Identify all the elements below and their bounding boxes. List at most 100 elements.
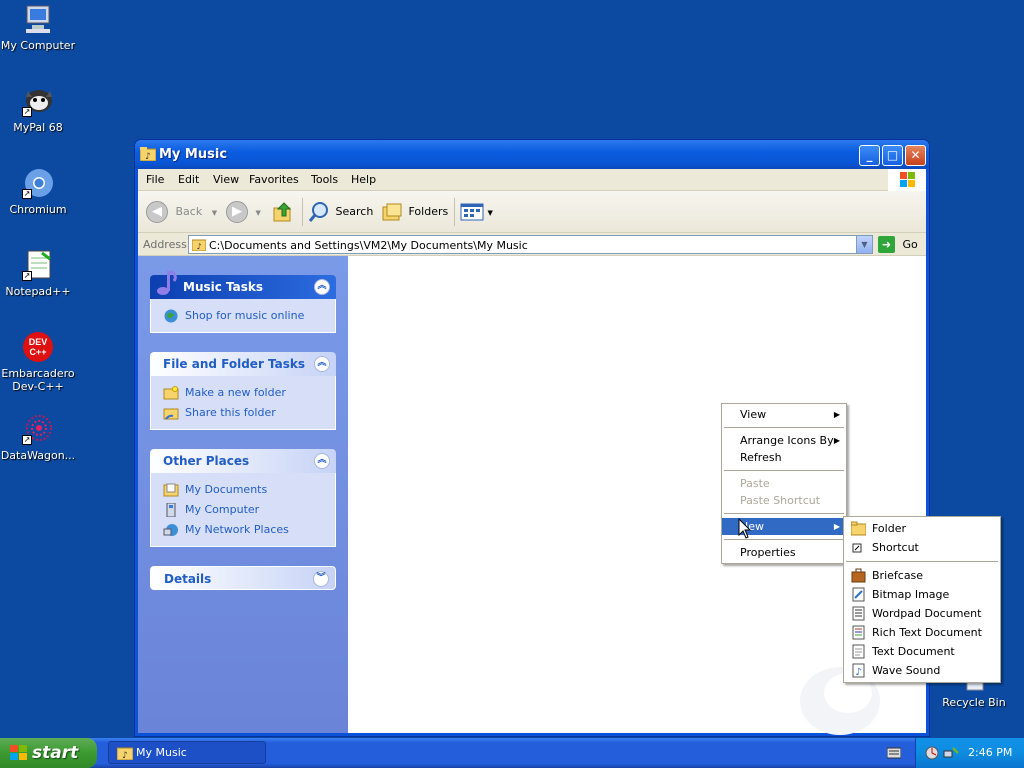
start-label: start	[32, 743, 79, 763]
make-new-folder-link[interactable]: Make a new folder	[163, 384, 335, 404]
desktop-icon-my-computer[interactable]: My Computer	[0, 3, 78, 52]
shortcut-icon	[851, 540, 866, 555]
network-icon[interactable]	[943, 745, 959, 761]
rich-text-document-icon	[851, 625, 866, 640]
forward-button[interactable]: ▶ ▼	[226, 200, 261, 224]
item-label: Wave Sound	[872, 664, 941, 677]
expand-icon[interactable]: ︾	[313, 571, 329, 587]
address-dropdown-button[interactable]: ▼	[856, 236, 872, 253]
desktop-icon-datawagon[interactable]: ↗ DataWagon...	[0, 413, 78, 462]
views-button[interactable]: ▼	[460, 200, 493, 224]
new-shortcut-item[interactable]: Shortcut	[844, 538, 1000, 557]
ctx-separator	[724, 513, 844, 514]
link-label: Shop for music online	[185, 309, 305, 322]
music-tasks-panel: Music Tasks ︽ Shop for music online	[150, 269, 336, 333]
desktop-icon-chromium[interactable]: ↗ Chromium	[0, 167, 78, 216]
submenu-arrow-icon: ▶	[833, 522, 840, 531]
back-arrow-icon: ◀	[146, 201, 168, 223]
taskbar-button-my-music[interactable]: ♪ My Music	[108, 741, 266, 764]
ctx-arrange-icons-by[interactable]: Arrange Icons By ▶	[722, 432, 846, 449]
new-submenu: Folder Shortcut Briefcase Bitmap Image W…	[843, 516, 1001, 683]
link-label: My Computer	[185, 503, 260, 516]
new-rich-text-document-item[interactable]: Rich Text Document	[844, 623, 1000, 642]
details-header[interactable]: Details ︾	[150, 566, 336, 590]
ctx-refresh[interactable]: Refresh	[722, 449, 846, 466]
close-button[interactable]: ✕	[905, 145, 926, 166]
menu-file[interactable]: File	[146, 173, 164, 186]
ctx-view[interactable]: View ▶	[722, 406, 846, 423]
taskbar: start ♪ My Music 2:46 PM	[0, 738, 1024, 768]
back-label: Back	[175, 205, 203, 218]
collapse-icon[interactable]: ︽	[314, 453, 330, 469]
toolbar: ◀ Back ▼ ▶ ▼ Search Folders ▼	[138, 191, 926, 233]
back-button[interactable]: ◀ Back ▼	[146, 200, 217, 224]
file-folder-tasks-header[interactable]: File and Folder Tasks ︽	[150, 352, 336, 376]
ctx-item-label: Refresh	[740, 451, 782, 464]
desktop-icon-notepad-plus-plus[interactable]: ↗ Notepad++	[0, 249, 78, 298]
minimize-button[interactable]: _	[859, 145, 880, 166]
music-tasks-body: Shop for music online	[150, 299, 336, 333]
collapse-icon[interactable]: ︽	[314, 356, 330, 372]
submenu-arrow-icon: ▶	[833, 436, 840, 445]
datawagon-icon: ↗	[22, 413, 54, 445]
menu-tools[interactable]: Tools	[311, 173, 338, 186]
bitmap-image-icon	[851, 587, 866, 602]
menu-edit[interactable]: Edit	[178, 173, 199, 186]
desktop-icon-dev-cpp[interactable]: DEV C++ Embarcadero Dev-C++	[0, 331, 78, 393]
security-shield-icon[interactable]	[924, 745, 940, 761]
go-button[interactable]: ➜ Go	[878, 236, 918, 253]
toolbar-separator	[454, 198, 455, 226]
up-folder-button[interactable]	[272, 200, 294, 224]
other-places-header[interactable]: Other Places ︽	[150, 449, 336, 473]
keyboard-icon[interactable]	[886, 747, 902, 759]
maximize-button[interactable]: □	[882, 145, 903, 166]
my-network-places-link[interactable]: My Network Places	[163, 521, 335, 541]
svg-text:C++: C++	[29, 347, 46, 357]
network-places-icon	[163, 523, 179, 537]
task-pane: Music Tasks ︽ Shop for music online File…	[138, 256, 348, 733]
globe-icon	[163, 309, 179, 323]
new-wave-sound-item[interactable]: ♪ Wave Sound	[844, 661, 1000, 680]
my-computer-link[interactable]: My Computer	[163, 501, 335, 521]
go-arrow-icon: ➜	[878, 236, 895, 253]
folders-button[interactable]: Folders	[381, 200, 448, 224]
desktop-icon-label: Notepad++	[5, 285, 71, 298]
menu-help[interactable]: Help	[351, 173, 376, 186]
title-bar[interactable]: ♪ My Music _ □ ✕	[135, 140, 929, 169]
ctx-separator	[724, 470, 844, 471]
ctx-properties[interactable]: Properties	[722, 544, 846, 561]
ctx-item-label: Paste	[740, 477, 770, 490]
my-documents-link[interactable]: My Documents	[163, 481, 335, 501]
file-folder-tasks-panel: File and Folder Tasks ︽ Make a new folde…	[150, 352, 336, 430]
forward-arrow-icon: ▶	[226, 201, 248, 223]
address-field[interactable]: ♪ C:\Documents and Settings\VM2\My Docum…	[188, 235, 873, 254]
menu-favorites[interactable]: Favorites	[249, 173, 299, 186]
item-label: Wordpad Document	[872, 607, 982, 620]
system-tray: 2:46 PM	[915, 738, 1024, 768]
shortcut-arrow-icon: ↗	[22, 107, 32, 117]
search-label: Search	[335, 205, 374, 218]
music-tasks-header[interactable]: Music Tasks ︽	[150, 269, 336, 299]
new-folder-item[interactable]: Folder	[844, 519, 1000, 538]
new-bitmap-image-item[interactable]: Bitmap Image	[844, 585, 1000, 604]
ctx-paste-shortcut: Paste Shortcut	[722, 492, 846, 509]
svg-text:♪: ♪	[122, 751, 128, 760]
go-label: Go	[902, 237, 918, 251]
file-folder-tasks-title: File and Folder Tasks	[163, 357, 306, 371]
clock[interactable]: 2:46 PM	[968, 746, 1012, 759]
new-wordpad-document-item[interactable]: Wordpad Document	[844, 604, 1000, 623]
collapse-icon[interactable]: ︽	[314, 279, 330, 295]
notepad-plus-plus-icon: ↗	[22, 249, 54, 281]
new-briefcase-item[interactable]: Briefcase	[844, 566, 1000, 585]
shop-music-online-link[interactable]: Shop for music online	[163, 307, 335, 327]
my-documents-icon	[163, 483, 179, 497]
address-bar: Address ♪ C:\Documents and Settings\VM2\…	[138, 233, 926, 256]
toolbar-separator	[302, 198, 303, 226]
share-folder-link[interactable]: Share this folder	[163, 404, 335, 424]
search-button[interactable]: Search	[308, 200, 373, 224]
menu-view[interactable]: View	[213, 173, 239, 186]
desktop-icon-mypal[interactable]: ↗ MyPal 68	[0, 85, 78, 134]
start-button[interactable]: start	[0, 738, 97, 768]
new-text-document-item[interactable]: Text Document	[844, 642, 1000, 661]
desktop-icon-label: DataWagon...	[0, 449, 76, 462]
